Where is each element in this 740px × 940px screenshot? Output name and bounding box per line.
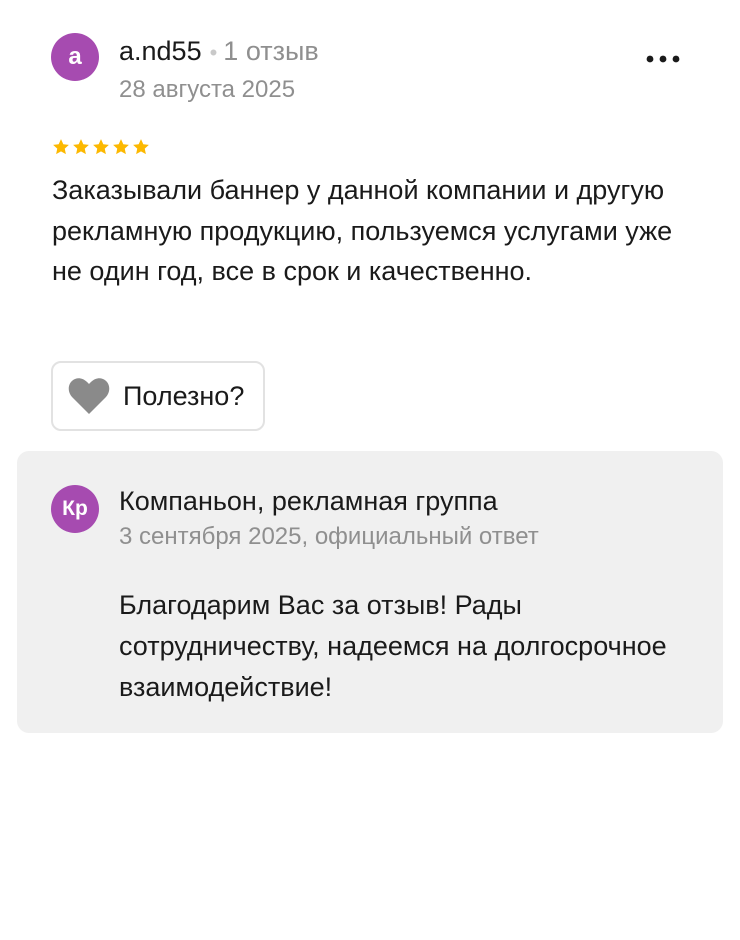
author-name[interactable]: a.nd55 [119,36,202,66]
reply-meta: 3 сентября 2025, официальный ответ [119,523,539,550]
star-icon [112,138,130,156]
star-icon [92,138,110,156]
rating-stars [52,138,150,156]
star-icon [52,138,70,156]
helpful-button[interactable]: Полезно? [51,361,265,431]
heart-icon [68,378,110,414]
company-name[interactable]: Компаньон, рекламная группа [119,483,498,519]
company-reply: Кр Компаньон, рекламная группа 3 сентябр… [17,451,723,733]
separator-dot: • [209,40,218,65]
author-avatar-letter: a [68,43,82,70]
author-review-count: 1 отзыв [223,36,319,66]
author-avatar[interactable]: a [51,33,99,81]
star-icon [72,138,90,156]
more-dots-icon [646,55,680,63]
reply-text: Благодарим Вас за отзыв! Рады сотрудниче… [119,590,667,702]
company-avatar[interactable]: Кр [51,485,99,533]
company-avatar-letters: Кр [62,497,88,520]
review-date: 28 августа 2025 [119,76,296,103]
helpful-label: Полезно? [123,380,245,411]
review-card: a a.nd55 • 1 отзыв 28 августа 2025 Заказыв… [0,0,740,940]
author-line: a.nd55 • 1 отзыв [119,33,319,71]
review-text: Заказывали баннер у данной компании и др… [52,175,673,286]
more-options-button[interactable] [642,42,684,76]
star-icon [132,138,150,156]
